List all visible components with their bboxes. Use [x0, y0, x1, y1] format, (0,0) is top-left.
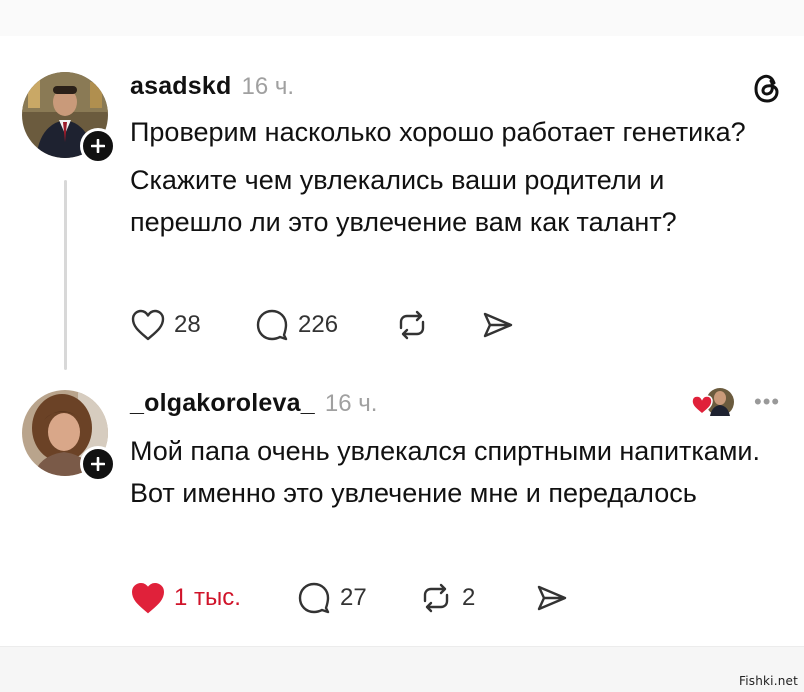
avatar[interactable]: [22, 390, 116, 482]
post-text: Проверим насколько хорошо работает генет…: [130, 111, 780, 249]
heart-filled-icon: [131, 582, 165, 614]
liked-by-author-avatar: [691, 388, 734, 416]
send-icon: [537, 585, 567, 611]
send-icon: [483, 312, 513, 338]
username[interactable]: _olgakoroleva_: [130, 389, 315, 418]
post-paragraph-1: Мой папа очень увлекался спиртными напит…: [130, 436, 760, 508]
reply-button[interactable]: 226: [254, 308, 394, 342]
repost-count: 2: [462, 584, 476, 611]
like-count: 1 тыс.: [174, 584, 241, 611]
follow-button[interactable]: [80, 128, 116, 164]
plus-icon: [91, 139, 105, 153]
heart-outline-icon: [131, 309, 165, 341]
timestamp: 16 ч.: [241, 73, 295, 100]
reply-count: 27: [340, 584, 367, 611]
post-text: Мой папа очень увлекался спиртными напит…: [130, 430, 780, 520]
reply-button[interactable]: 27: [296, 581, 418, 615]
post-actions: 28 226: [130, 308, 516, 342]
watermark: Fishki.net: [738, 674, 798, 688]
reply-count: 226: [298, 311, 339, 338]
post-header: asadskd 16 ч.: [130, 72, 294, 101]
post-header: _olgakoroleva_ 16 ч.: [130, 389, 377, 418]
plus-icon: [91, 457, 105, 471]
top-strip: [0, 0, 804, 36]
share-button[interactable]: [534, 581, 570, 615]
repost-icon: [423, 583, 449, 613]
like-count: 28: [174, 311, 201, 338]
repost-button[interactable]: 2: [418, 581, 534, 615]
avatar[interactable]: [22, 72, 116, 164]
like-button[interactable]: 1 тыс.: [130, 581, 296, 615]
post-actions: 1 тыс. 27 2: [130, 581, 570, 615]
like-button[interactable]: 28: [130, 308, 254, 342]
timestamp: 16 ч.: [324, 390, 378, 417]
post-header-right: •••: [690, 384, 780, 420]
thread-connector-line: [64, 180, 67, 370]
speech-bubble-icon: [256, 309, 288, 341]
post-paragraph-1: Проверим насколько хорошо работает генет…: [130, 117, 746, 147]
share-button[interactable]: [480, 308, 516, 342]
username[interactable]: asadskd: [130, 72, 231, 101]
more-dots-icon[interactable]: •••: [754, 389, 780, 415]
repost-icon: [399, 310, 425, 340]
bottom-strip: Fishki.net: [0, 646, 804, 692]
repost-button[interactable]: [394, 308, 480, 342]
threads-logo-icon[interactable]: [752, 72, 782, 109]
speech-bubble-icon: [298, 582, 330, 614]
heart-filled-icon: [691, 395, 713, 415]
post-paragraph-2: Скажите чем увлекались ваши родители и п…: [130, 165, 677, 237]
liked-by-author-indicator: [690, 384, 734, 420]
follow-button[interactable]: [80, 446, 116, 482]
